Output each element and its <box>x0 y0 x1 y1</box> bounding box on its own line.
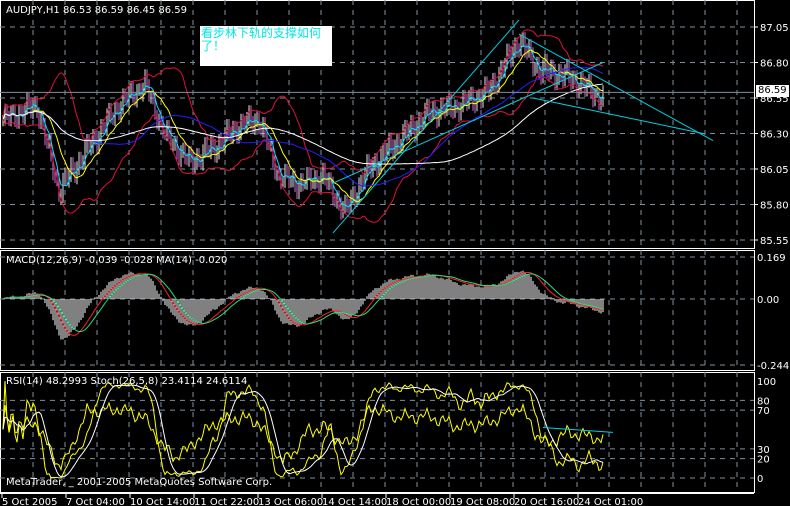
price-tick-label: 85.55 <box>760 236 789 247</box>
rsi-tick-label: 70 <box>757 406 770 417</box>
time-tick-label: 7 Oct 04:00 <box>66 497 125 506</box>
macd-tick-label: 0.169 <box>757 253 786 264</box>
time-tick-label: 14 Oct 14:00 <box>322 497 387 506</box>
time-tick-label: 19 Oct 08:00 <box>450 497 515 506</box>
price-tick-label: 86.80 <box>760 59 789 70</box>
symbol-info: AUDJPY,H1 86.53 86.59 86.45 86.59 <box>6 5 187 16</box>
time-tick-label: 10 Oct 14:00 <box>130 497 195 506</box>
ma-slow-line <box>2 67 604 187</box>
trend-line <box>332 19 520 234</box>
rsi-title: RSI(14) 48.2993 Stoch(26,5,8) 23.4114 24… <box>6 376 247 387</box>
current-price-label: 86.59 <box>756 85 789 97</box>
text-annotation: 看步林下轨的支撑如何了！ <box>200 26 332 66</box>
time-tick-label: 5 Oct 2005 <box>2 497 57 506</box>
time-tick-label: 13 Oct 06:00 <box>258 497 323 506</box>
price-tick-label: 87.05 <box>760 23 789 34</box>
rsi-tick-label: 100 <box>757 377 776 388</box>
time-tick-label: 11 Oct 22:00 <box>194 497 259 506</box>
rsi-tick-label: 0 <box>757 474 763 485</box>
price-tick-label: 86.05 <box>760 165 789 176</box>
time-tick-label: 18 Oct 00:00 <box>386 497 451 506</box>
rsi-trend-line <box>542 427 614 433</box>
macd-title: MACD(12,26,9) -0.039 -0.028 MA(14) -0.02… <box>6 255 227 266</box>
trend-line <box>332 62 604 184</box>
trend-line <box>532 97 704 134</box>
chart-window[interactable]: 87.05 86.80 86.55 86.30 86.05 85.80 85.55 5 Oct… <box>0 0 790 506</box>
macd-tick-label: -0.244 <box>757 361 789 372</box>
price-tick-label: 85.80 <box>760 201 789 212</box>
copyright-text: MetaTrader, _ 2001-2005 MetaQuotes Softw… <box>6 477 272 488</box>
price-tick-label: 86.30 <box>760 130 789 141</box>
time-tick-label: 24 Oct 01:00 <box>578 497 643 506</box>
macd-tick-label: 0.00 <box>757 295 779 306</box>
time-tick-label: 20 Oct 16:00 <box>514 497 579 506</box>
rsi-tick-label: 20 <box>757 455 770 466</box>
chart-canvas[interactable]: 87.0586.8086.5586.3086.0585.8085.555 Oct… <box>0 0 790 506</box>
